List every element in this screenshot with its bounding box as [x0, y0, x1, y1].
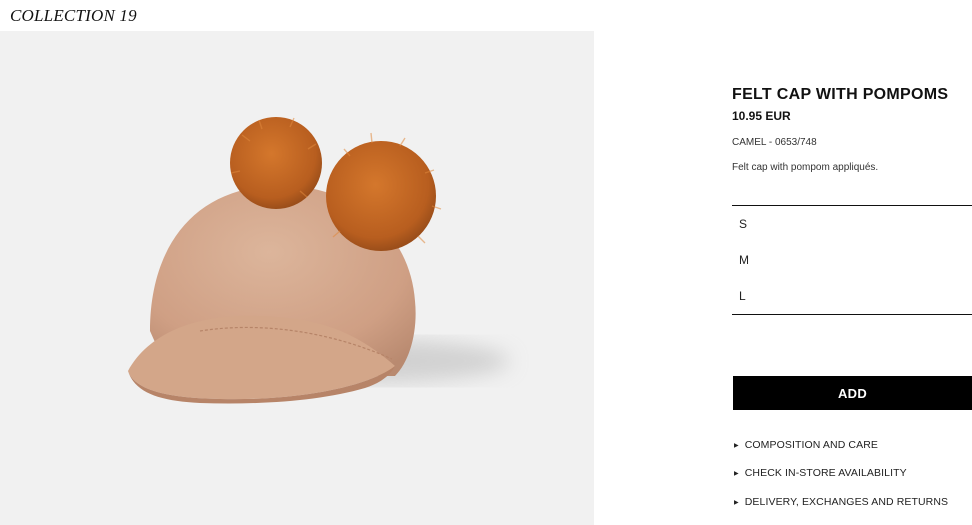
- collection-label: COLLECTION 19: [10, 6, 137, 25]
- caret-right-icon: ▶: [734, 499, 739, 506]
- size-option-m[interactable]: M: [739, 253, 749, 267]
- product-info-panel: FELT CAP WITH POMPOMS 10.95 EUR CAMEL - …: [732, 0, 972, 525]
- size-option-s[interactable]: S: [739, 217, 747, 231]
- composition-care-link[interactable]: ▶ COMPOSITION AND CARE: [732, 439, 878, 451]
- product-title: FELT CAP WITH POMPOMS: [732, 86, 949, 103]
- store-availability-label: CHECK IN-STORE AVAILABILITY: [744, 467, 907, 479]
- caret-right-icon: ▶: [734, 442, 739, 449]
- product-image[interactable]: [0, 31, 594, 525]
- product-color-ref: CAMEL - 0653/748: [732, 137, 817, 148]
- cap-illustration: [128, 117, 510, 404]
- product-description: Felt cap with pompom appliqués.: [732, 162, 879, 173]
- delivery-returns-link[interactable]: ▶ DELIVERY, EXCHANGES AND RETURNS: [732, 496, 948, 508]
- size-selector: S M L: [732, 205, 972, 315]
- composition-care-label: COMPOSITION AND CARE: [744, 439, 878, 451]
- delivery-returns-label: DELIVERY, EXCHANGES AND RETURNS: [744, 496, 949, 508]
- store-availability-link[interactable]: ▶ CHECK IN-STORE AVAILABILITY: [732, 467, 907, 479]
- brand-logo[interactable]: [0, 0, 156, 2]
- product-price: 10.95 EUR: [732, 109, 791, 123]
- caret-right-icon: ▶: [734, 470, 739, 477]
- add-to-cart-button[interactable]: ADD: [733, 376, 972, 410]
- size-option-l[interactable]: L: [739, 289, 746, 303]
